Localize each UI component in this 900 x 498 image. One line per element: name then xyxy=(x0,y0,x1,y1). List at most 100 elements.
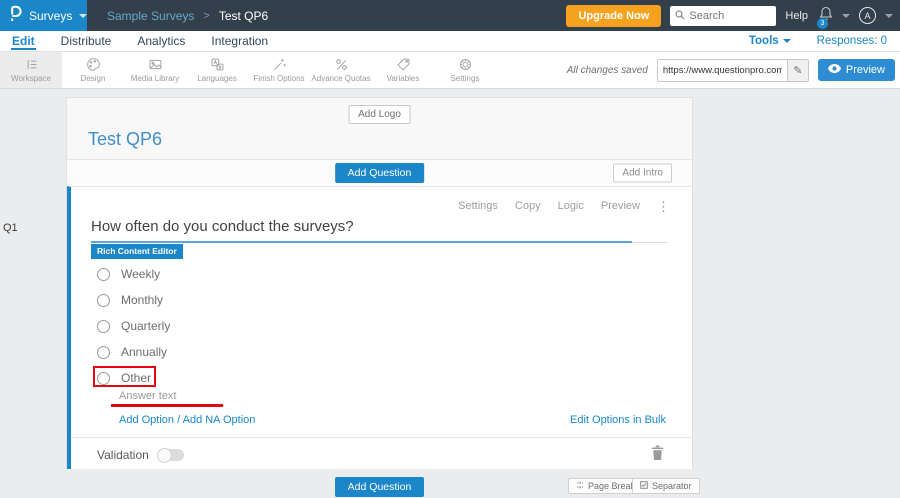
option-row[interactable]: Quarterly xyxy=(97,313,170,339)
design-palette-icon xyxy=(86,58,100,71)
chevron-down-icon xyxy=(79,13,88,18)
upgrade-now-button[interactable]: Upgrade Now xyxy=(566,4,662,27)
option-label[interactable]: Annually xyxy=(121,345,167,359)
chevron-down-icon[interactable] xyxy=(842,13,850,18)
autosave-status: All changes saved xyxy=(566,64,648,76)
option-row[interactable]: Annually xyxy=(97,339,170,365)
media-library-icon xyxy=(149,59,161,70)
toolbar-item-variables[interactable]: Variables xyxy=(372,52,434,88)
avatar[interactable]: A xyxy=(859,7,876,24)
chevron-down-icon xyxy=(782,39,791,43)
add-intro-button[interactable]: Add Intro xyxy=(613,163,672,183)
option-label[interactable]: Monthly xyxy=(121,293,163,307)
answer-options-list: Weekly Monthly Quarterly Annually Other xyxy=(97,261,170,391)
advance-quotas-icon xyxy=(335,59,347,71)
finish-options-wand-icon xyxy=(273,59,286,70)
variables-tag-icon xyxy=(396,58,409,71)
preview-button[interactable]: Preview xyxy=(817,59,895,81)
radio-button[interactable] xyxy=(97,293,110,307)
toolbar-item-workspace[interactable]: Workspace xyxy=(0,52,62,88)
radio-button[interactable] xyxy=(97,345,110,359)
toolbar-item-label: Workspace xyxy=(11,74,51,83)
question-preview-link[interactable]: Preview xyxy=(601,200,640,212)
add-question-button-bottom[interactable]: Add Question xyxy=(334,477,425,497)
surveys-menu[interactable]: Surveys xyxy=(0,0,88,31)
validation-row: Validation xyxy=(97,447,184,463)
question-input-underline xyxy=(632,242,668,243)
workspace-icon xyxy=(27,59,36,70)
radio-button[interactable] xyxy=(97,267,110,281)
delete-question-trash-icon[interactable] xyxy=(651,445,664,465)
toolbar-item-languages[interactable]: Languages xyxy=(186,52,248,88)
help-link[interactable]: Help xyxy=(785,10,808,22)
other-answer-input[interactable] xyxy=(113,390,224,405)
separator-button[interactable]: Separator xyxy=(632,478,700,494)
notifications-bell-icon[interactable]: 3 xyxy=(817,6,833,29)
product-label: Surveys xyxy=(29,8,73,23)
search-box[interactable] xyxy=(670,5,777,26)
responses-link[interactable]: Responses: 0 xyxy=(817,35,887,47)
add-logo-button[interactable]: Add Logo xyxy=(348,105,411,124)
breadcrumb: Sample Surveys > Test QP6 xyxy=(107,9,268,23)
question-copy-link[interactable]: Copy xyxy=(515,200,541,212)
option-row[interactable]: Weekly xyxy=(97,261,170,287)
edit-options-in-bulk-link[interactable]: Edit Options in Bulk xyxy=(570,414,666,426)
survey-url-input[interactable] xyxy=(657,59,787,81)
toolbar-item-label: Advance Quotas xyxy=(311,74,371,83)
breadcrumb-separator: > xyxy=(203,9,210,22)
tools-menu[interactable]: Tools xyxy=(749,35,791,47)
question-text[interactable]: How often do you conduct the surveys? xyxy=(91,218,354,235)
toolbar-item-finish-options[interactable]: Finish Options xyxy=(248,52,310,88)
search-input[interactable] xyxy=(689,9,772,22)
rich-content-editor-badge[interactable]: Rich Content Editor xyxy=(91,244,183,259)
option-label[interactable]: Quarterly xyxy=(121,319,170,333)
add-question-button-top[interactable]: Add Question xyxy=(334,163,425,183)
radio-button[interactable] xyxy=(97,319,110,333)
option-label[interactable]: Weekly xyxy=(121,267,160,281)
divider xyxy=(71,437,692,438)
toolbar-item-label: Settings xyxy=(450,74,480,83)
languages-icon xyxy=(211,58,223,71)
toolbar-item-label: Design xyxy=(80,74,106,83)
tools-label: Tools xyxy=(748,35,779,47)
page-break-icon xyxy=(576,481,584,491)
question-settings-link[interactable]: Settings xyxy=(458,200,498,212)
survey-card: Add Logo Test QP6 Add Question Add Intro… xyxy=(66,97,693,469)
edit-url-pencil-icon[interactable]: ✎ xyxy=(786,59,808,81)
tab-analytics[interactable]: Analytics xyxy=(136,33,186,50)
survey-title[interactable]: Test QP6 xyxy=(88,129,162,150)
toolbar-item-label: Languages xyxy=(197,74,237,83)
toolbar-item-advance-quotas[interactable]: Advance Quotas xyxy=(310,52,372,88)
toolbar-item-settings[interactable]: Settings xyxy=(434,52,496,88)
tab-integration[interactable]: Integration xyxy=(210,33,269,50)
survey-url-box: ✎ xyxy=(656,58,809,82)
add-option-link[interactable]: Add Option xyxy=(119,414,174,426)
toolbar-item-label: Variables xyxy=(386,74,420,83)
tab-distribute[interactable]: Distribute xyxy=(60,33,113,50)
toolbar-item-label: Media Library xyxy=(130,74,180,83)
toolbar-item-label: Finish Options xyxy=(253,74,305,83)
settings-gear-icon xyxy=(459,59,471,70)
toolbar-item-media-library[interactable]: Media Library xyxy=(124,52,186,88)
validation-label: Validation xyxy=(97,448,149,462)
option-add-links: Add Option / Add NA Option xyxy=(119,414,255,426)
eye-icon xyxy=(827,64,841,76)
question-logic-link[interactable]: Logic xyxy=(558,200,584,212)
notification-count-badge: 3 xyxy=(817,17,828,29)
more-options-icon[interactable]: ⋮ xyxy=(657,200,670,213)
nav-bar: Edit Distribute Analytics Integration To… xyxy=(0,31,900,52)
tab-edit[interactable]: Edit xyxy=(11,33,36,50)
separator-icon xyxy=(640,481,648,491)
option-row[interactable]: Monthly xyxy=(97,287,170,313)
add-na-option-link[interactable]: Add NA Option xyxy=(183,414,256,426)
separator-label: Separator xyxy=(652,481,692,491)
validation-toggle[interactable] xyxy=(156,447,184,463)
breadcrumb-current: Test QP6 xyxy=(218,8,269,23)
chevron-down-icon[interactable] xyxy=(885,13,893,18)
option-label[interactable]: Other xyxy=(121,371,151,385)
other-answer-field xyxy=(113,386,224,406)
radio-button[interactable] xyxy=(97,371,110,385)
toolbar-item-design[interactable]: Design xyxy=(62,52,124,88)
question-number: Q1 xyxy=(3,222,18,234)
breadcrumb-parent[interactable]: Sample Surveys xyxy=(107,9,194,23)
